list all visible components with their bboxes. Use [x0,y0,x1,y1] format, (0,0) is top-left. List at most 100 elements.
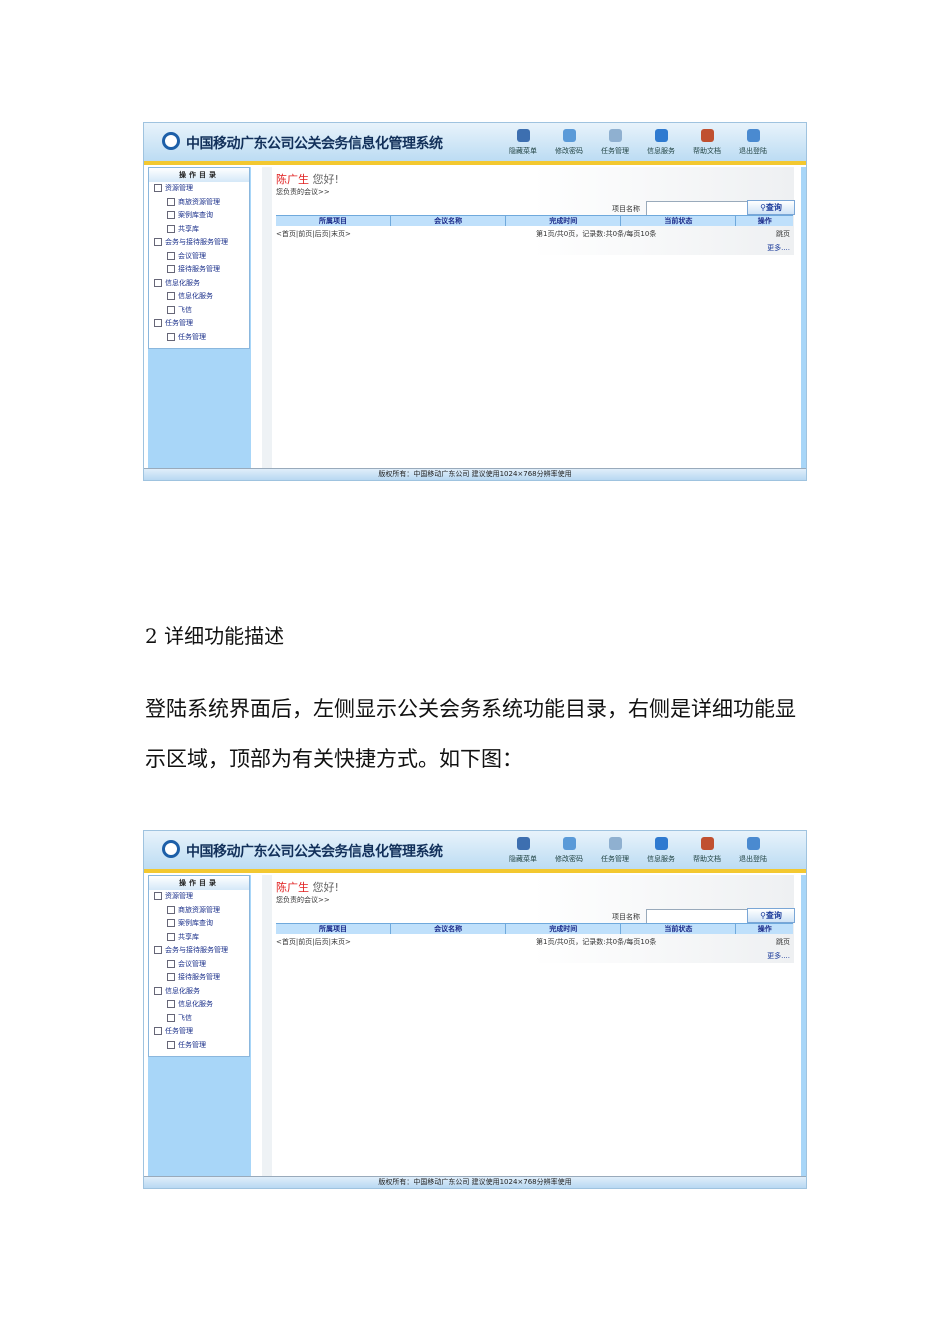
menu-item[interactable]: 会务与接待服务管理 [149,944,249,958]
toolbar-icon [608,837,622,850]
user-name: 陈广生 [276,173,309,186]
app-title: 中国移动广东公司公关会务信息化管理系统 [186,136,443,152]
toolbar-icon [746,837,760,850]
toolbar-button-label: 修改密码 [555,147,583,155]
system-screenshot-1: 中国移动广东公司公关会务信息化管理系统 隐藏菜单 修改密码 任务管理 信息服务 帮助文档… [143,122,807,481]
my-meetings-link[interactable]: 您负责的会议>> [276,187,330,197]
toolbar-button-label: 隐藏菜单 [509,147,537,155]
menu-item[interactable]: 案例库查询 [149,209,249,223]
main-content: 陈广生 您好! 您负责的会议>> 项目名称 ⚲查询 所属项目 会议名称 完成时间… [272,875,795,1178]
project-name-input[interactable] [646,201,750,216]
toolbar-icon [746,129,760,142]
app-title: 中国移动广东公司公关会务信息化管理系统 [186,844,443,860]
toolbar-button[interactable]: 帮助文档 [684,129,730,156]
menu-item[interactable]: 案例库查询 [149,917,249,931]
document-page: 中国移动广东公司公关会务信息化管理系统 隐藏菜单 修改密码 任务管理 信息服务 帮助文档… [0,0,950,1344]
footer: 版权所有：中国移动广东公司 建议使用1024×768分辨率使用 [144,1176,806,1188]
greeting: 陈广生 您好! [276,879,339,895]
page-info: 第1页/共0页，记录数:共0条/每页10条 [536,938,657,946]
system-screenshot-2: 中国移动广东公司公关会务信息化管理系统 隐藏菜单 修改密码 任务管理 信息服务 帮助文档… [143,830,807,1189]
column-header: 完成时间 [506,216,622,226]
jump-page-link[interactable]: 跳页 [776,229,790,239]
menu-item[interactable]: 会议管理 [149,250,249,264]
scrollbar[interactable] [262,875,272,1178]
menu-item[interactable]: 共享库 [149,931,249,945]
toolbar-icon [608,129,622,142]
menu-item[interactable]: 资源管理 [149,182,249,196]
toolbar-button[interactable]: 修改密码 [546,129,592,156]
menu-title: 操作目录 [149,876,249,890]
section-heading: 2 详细功能描述 [145,624,285,648]
menu-item[interactable]: 任务管理 [149,1039,249,1053]
menu-item[interactable]: 会务与接待服务管理 [149,236,249,250]
toolbar-button-label: 信息服务 [647,855,675,863]
toolbar-button-label: 任务管理 [601,855,629,863]
menu-item[interactable]: 信息化服务 [149,290,249,304]
menu-item[interactable]: 飞信 [149,1012,249,1026]
menu-panel: 操作目录 资源管理 商旅资源管理 案例库查询 共享库 会务与接待服务管理 会议管理 接待服务… [148,167,250,349]
toolbar: 隐藏菜单 修改密码 任务管理 信息服务 帮助文档 退出登陆 [500,129,776,156]
toolbar-button[interactable]: 退出登陆 [730,129,776,156]
table-header: 所属项目 会议名称 完成时间 当前状态 操作 [276,923,793,934]
menu-item[interactable]: 任务管理 [149,1025,249,1039]
more-link[interactable]: 更多.... [767,243,790,253]
pagination-links[interactable]: <首页|前页|后页|末页> [276,937,351,947]
app-header: 中国移动广东公司公关会务信息化管理系统 隐藏菜单 修改密码 任务管理 信息服务 帮助文档… [144,123,806,161]
search-button[interactable]: ⚲查询 [747,200,795,215]
menu-item[interactable]: 信息化服务 [149,998,249,1012]
body-paragraph: 登陆系统界面后，左侧显示公关会务系统功能目录，右侧是详细功能显示区域，顶部为有关… [145,697,796,771]
menu-item[interactable]: 任务管理 [149,331,249,345]
column-header: 会议名称 [391,924,507,934]
toolbar-button[interactable]: 帮助文档 [684,837,730,864]
toolbar-button[interactable]: 隐藏菜单 [500,129,546,156]
menu-title: 操作目录 [149,168,249,182]
user-name: 陈广生 [276,881,309,894]
my-meetings-link[interactable]: 您负责的会议>> [276,895,330,905]
toolbar-button-label: 退出登陆 [739,147,767,155]
toolbar-button[interactable]: 隐藏菜单 [500,837,546,864]
toolbar-button[interactable]: 信息服务 [638,837,684,864]
greeting: 陈广生 您好! [276,171,339,187]
menu-item[interactable]: 飞信 [149,304,249,318]
column-header: 当前状态 [621,924,737,934]
column-header: 会议名称 [391,216,507,226]
column-header: 所属项目 [276,216,392,226]
menu-item[interactable]: 商旅资源管理 [149,196,249,210]
menu-item[interactable]: 信息化服务 [149,985,249,999]
jump-page-link[interactable]: 跳页 [776,937,790,947]
search-button[interactable]: ⚲查询 [747,908,795,923]
menu-item[interactable]: 商旅资源管理 [149,904,249,918]
menu-item[interactable]: 接待服务管理 [149,971,249,985]
toolbar: 隐藏菜单 修改密码 任务管理 信息服务 帮助文档 退出登陆 [500,837,776,864]
greeting-text: 您好! [309,881,339,894]
menu-item[interactable]: 共享库 [149,223,249,237]
toolbar-button[interactable]: 信息服务 [638,129,684,156]
sidebar: 操作目录 资源管理 商旅资源管理 案例库查询 共享库 会务与接待服务管理 会议管理 接待服务… [148,167,251,470]
menu-item[interactable]: 信息化服务 [149,277,249,291]
column-header: 完成时间 [506,924,622,934]
project-name-input[interactable] [646,909,750,924]
header-divider [144,161,806,165]
pagination-links[interactable]: <首页|前页|后页|末页> [276,229,351,239]
toolbar-button[interactable]: 修改密码 [546,837,592,864]
more-link[interactable]: 更多.... [767,951,790,961]
menu-item[interactable]: 资源管理 [149,890,249,904]
toolbar-button[interactable]: 退出登陆 [730,837,776,864]
menu-item[interactable]: 任务管理 [149,317,249,331]
column-header: 操作 [757,217,772,225]
menu-item[interactable]: 会议管理 [149,958,249,972]
column-header: 所属项目 [276,924,392,934]
toolbar-button[interactable]: 任务管理 [592,129,638,156]
toolbar-icon [654,129,668,142]
china-mobile-logo-icon [162,840,180,858]
search-label: 项目名称 [612,913,640,921]
menu-panel: 操作目录 资源管理 商旅资源管理 案例库查询 共享库 会务与接待服务管理 会议管理 接待服务… [148,875,250,1057]
toolbar-icon [700,837,714,850]
toolbar-button[interactable]: 任务管理 [592,837,638,864]
app-header: 中国移动广东公司公关会务信息化管理系统 隐藏菜单 修改密码 任务管理 信息服务 帮助文档… [144,831,806,869]
toolbar-button-label: 修改密码 [555,855,583,863]
main-content: 陈广生 您好! 您负责的会议>> 项目名称 ⚲查询 所属项目 会议名称 完成时间… [272,167,795,470]
scrollbar[interactable] [262,167,272,470]
toolbar-icon [700,129,714,142]
menu-item[interactable]: 接待服务管理 [149,263,249,277]
